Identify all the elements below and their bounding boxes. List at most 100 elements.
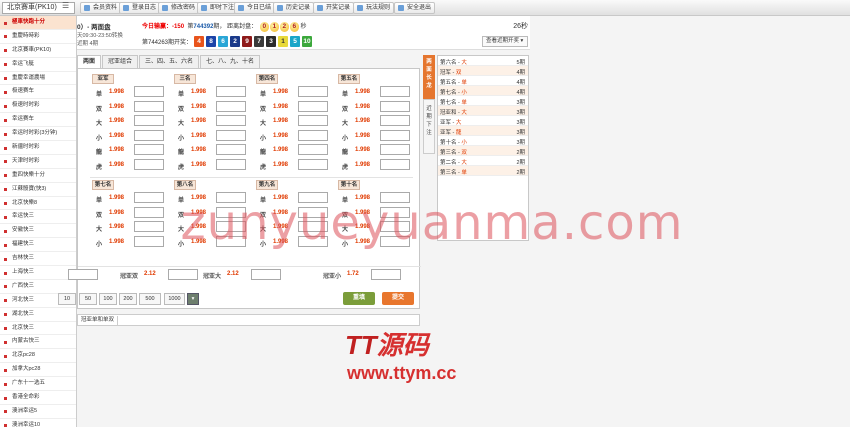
toolbar-button[interactable]: 历史记录 [273, 2, 315, 14]
bet-amount-input[interactable] [380, 115, 410, 127]
odds-value: 1.998 [109, 118, 125, 125]
bet-amount-input[interactable] [380, 158, 410, 170]
sidebar-item[interactable]: 加拿大pc28 [0, 363, 76, 378]
tab-recent-bets[interactable]: 近期下注 [423, 99, 435, 154]
bet-amount-input[interactable] [380, 129, 410, 141]
menu-icon[interactable]: ☰ [62, 1, 69, 10]
sidebar-item[interactable]: 北京快樂8 [0, 197, 76, 211]
streak-count: 2期 [516, 170, 525, 176]
sidebar-item[interactable]: 北京pc28 [0, 349, 76, 364]
toolbar-button[interactable]: 今日已结 [234, 2, 276, 14]
odds-value: 1.998 [109, 224, 125, 231]
sidebar-item[interactable]: 极速时时彩 [0, 99, 76, 114]
toolbar-button[interactable]: 会员资料 [80, 2, 122, 14]
odds-row: 小 1.998 [160, 129, 246, 145]
odds-value: 1.998 [355, 118, 371, 125]
sidebar-item[interactable]: 幸运飞艇 [0, 58, 76, 72]
toolbar-icon [162, 5, 168, 11]
group-title: 第十名 [338, 180, 360, 190]
sidebar-item[interactable]: 澳洲幸运5 [0, 405, 76, 419]
group-title: 亚军 [92, 74, 114, 84]
sidebar-item[interactable]: 重慶時時彩 [0, 30, 76, 44]
toolbar-button[interactable]: 安全退出 [394, 2, 436, 14]
sidebar-item[interactable]: 天津时时彩 [0, 155, 76, 169]
streak-name: 第五名 - 单 [440, 78, 467, 86]
sidebar-item[interactable]: 重四快樂十分 [0, 169, 76, 183]
odds-label: 小 [342, 135, 349, 142]
odds-row: 单 1.998 [160, 86, 246, 101]
sidebar-item[interactable]: 广西快三 [0, 280, 76, 294]
group-title: 第七名 [92, 180, 114, 190]
sidebar-item[interactable]: 江蘇骰寶(快3) [0, 183, 76, 197]
odds-row: 虎 1.998 [160, 158, 246, 174]
bet-amount-input[interactable] [380, 100, 410, 112]
chip-button[interactable]: 100 [99, 293, 117, 305]
streak-count: 4期 [516, 80, 525, 86]
today-info: 今日输赢：-150 第744392期， 距离封盘： 0126 秒 [142, 21, 306, 32]
sidebar-item[interactable]: 极速赛车 [0, 85, 76, 100]
sub-tab[interactable]: 冠亚单和单双 [78, 316, 119, 325]
tab-long-streak[interactable]: 两面长龙 [423, 55, 435, 99]
chip-button[interactable]: 200 [119, 293, 137, 305]
odds-value: 1.998 [355, 147, 371, 154]
sidebar-item[interactable]: 幸运快三 [0, 210, 76, 225]
bet-amount-input[interactable] [168, 269, 198, 280]
bet-tabs: 两面 冠亚组合 三、四、五、六名 七、八、九、十名 [77, 55, 420, 68]
chip-button[interactable]: 1000 [164, 293, 185, 305]
bet-tab[interactable]: 七、八、九、十名 [200, 55, 261, 68]
odds-label: 虎 [342, 164, 349, 171]
odds-value: 1.998 [109, 147, 125, 154]
result-number: 7 [254, 36, 265, 47]
recent-results-dropdown[interactable]: 查看近期开奖 ▾ [482, 36, 528, 47]
toolbar-button[interactable]: 修改密码 [158, 2, 200, 14]
sidebar-item[interactable]: 幸运赛车 [0, 113, 76, 128]
sidebar-item[interactable]: 安徽快三 [0, 224, 76, 239]
streak-count: 2期 [516, 150, 525, 156]
odds-row: 龍 1.998 [324, 144, 410, 159]
sidebar-item[interactable]: 重慶幸運農場 [0, 72, 76, 86]
bet-amount-input[interactable] [251, 269, 281, 280]
toolbar-button[interactable]: 登录日志 [119, 2, 161, 14]
sidebar-item[interactable]: 幸运时时彩(3分钟) [0, 127, 76, 142]
sidebar-item[interactable]: 北京賽車(PK10) [0, 44, 76, 58]
sidebar-item[interactable]: 極車快跑十分 [0, 16, 76, 30]
toolbar-button[interactable]: 玩法规则 [353, 2, 395, 14]
sidebar-item[interactable]: 澳洲幸运10 [0, 419, 76, 427]
reset-button[interactable]: 重填 [343, 292, 375, 305]
toolbar-icon [357, 5, 363, 11]
chip-button[interactable]: 50 [79, 293, 97, 305]
sidebar-item[interactable]: 上海快三 [0, 266, 76, 280]
streak-row: 冠亚和 - 大 3期 [438, 106, 528, 116]
odds-label: 虎 [178, 164, 185, 171]
bet-amount-input[interactable] [371, 269, 401, 280]
sidebar-item[interactable]: 广东十一选五 [0, 377, 76, 392]
chip-button[interactable]: ▾ [187, 293, 199, 305]
sidebar-item[interactable]: 福建快三 [0, 238, 76, 253]
toolbar-button[interactable]: 开奖记录 [313, 2, 355, 14]
sidebar-item[interactable]: 香港全命彩 [0, 391, 76, 405]
sidebar-item[interactable]: 北京快三 [0, 322, 76, 336]
close-time: 天09:30-23:50转换 [77, 33, 123, 39]
odds-label: 龍 [96, 150, 103, 157]
result-number: 10 [302, 36, 313, 47]
streak-count: 3期 [516, 120, 525, 126]
bet-tab[interactable]: 三、四、五、六名 [139, 55, 200, 68]
sidebar-item[interactable]: 湖北快三 [0, 308, 76, 322]
bet-amount-input[interactable] [380, 144, 410, 156]
bet-tab[interactable]: 冠亚组合 [102, 55, 139, 68]
toolbar-button-label: 历史记录 [286, 5, 311, 11]
streak-row: 冠军 - 双 4期 [438, 66, 528, 76]
sidebar-item[interactable]: 内蒙古快三 [0, 335, 76, 350]
bet-amount-input[interactable] [380, 86, 410, 97]
bet-amount-input[interactable] [68, 269, 98, 280]
chip-button[interactable]: 500 [139, 293, 161, 305]
submit-button[interactable]: 提交 [382, 292, 414, 305]
chip-button[interactable]: 10 [58, 293, 76, 305]
sidebar-item[interactable]: 吉林快三 [0, 252, 76, 267]
odds-row: 双 1.998 [160, 100, 246, 116]
odds-row: 双 1.998 [242, 100, 328, 116]
sidebar-item[interactable]: 新疆时时彩 [0, 141, 76, 155]
tab-char: 面 [426, 67, 432, 73]
bet-tab[interactable]: 两面 [77, 55, 102, 68]
toolbar-button[interactable]: 即时下注 [197, 2, 239, 14]
